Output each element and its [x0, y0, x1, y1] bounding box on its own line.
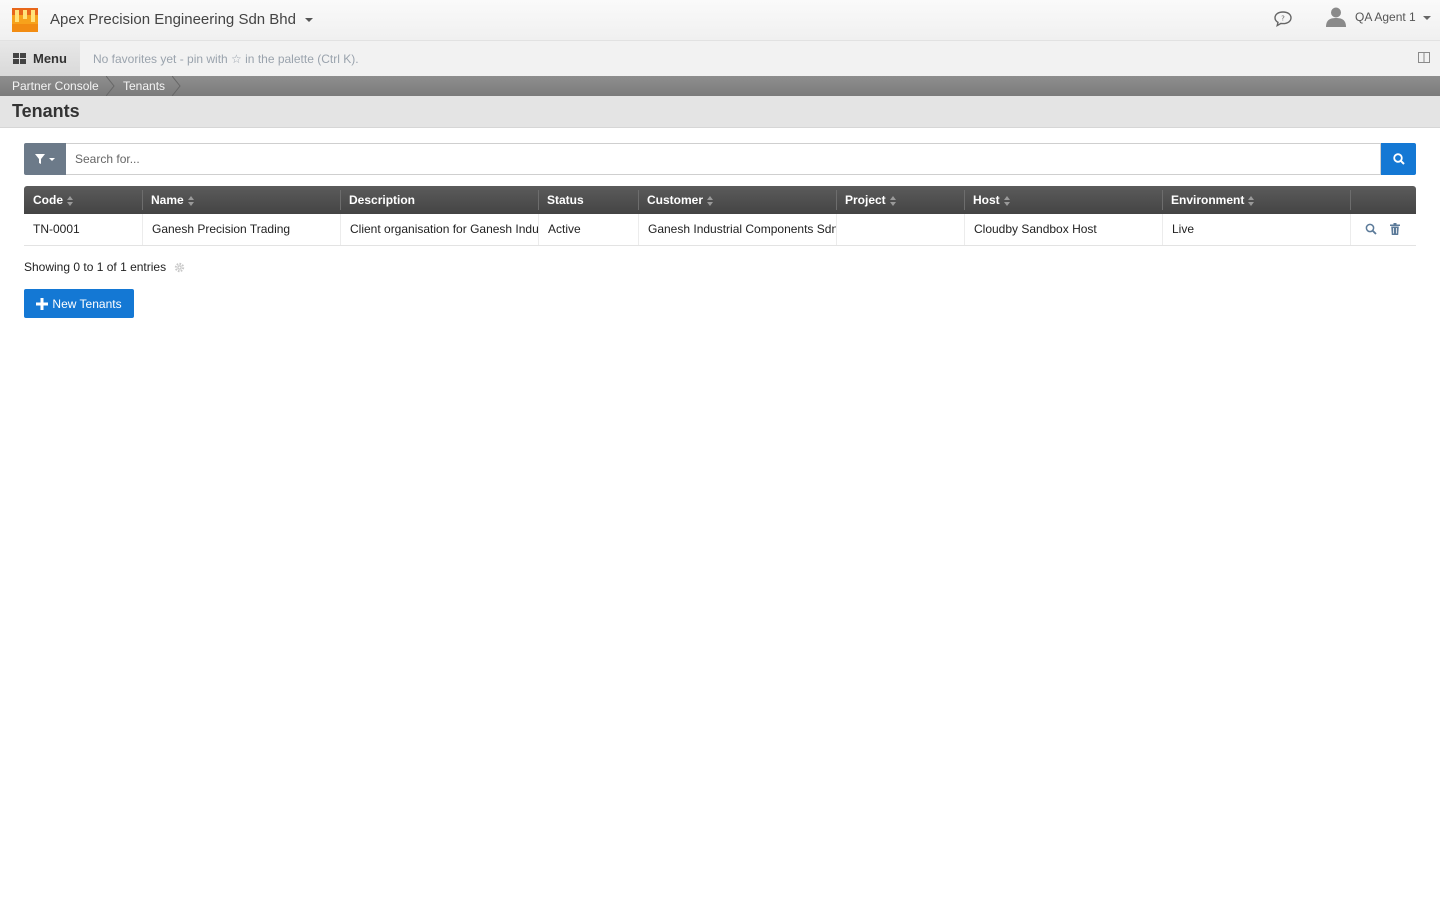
table-row[interactable]: TN-0001 Ganesh Precision Trading Client … [24, 214, 1416, 246]
breadcrumb: Partner Console Tenants [0, 76, 1440, 96]
sort-icon [889, 195, 896, 206]
page-title: Tenants [12, 101, 80, 121]
sort-icon [67, 195, 73, 206]
cell-status: Active [538, 214, 638, 245]
column-label: Status [547, 193, 584, 207]
cell-name: Ganesh Precision Trading [142, 214, 340, 245]
sort-icon [1248, 195, 1255, 206]
trash-icon[interactable] [1390, 223, 1400, 235]
cell-environment: Live [1162, 214, 1350, 245]
svg-text:?: ? [1281, 15, 1285, 23]
showing-text: Showing 0 to 1 of 1 entries [24, 260, 167, 274]
column-header-environment[interactable]: Environment [1162, 186, 1350, 214]
table-info: Showing 0 to 1 of 1 entries [24, 260, 185, 274]
column-label: Code [33, 193, 63, 207]
breadcrumb-separator-icon [106, 76, 115, 96]
column-label: Project [845, 193, 886, 207]
table-header: Code Name Description Status Customer Pr… [24, 186, 1416, 214]
menu-label: Menu [33, 51, 67, 66]
cell-actions [1350, 214, 1416, 245]
column-header-project[interactable]: Project [836, 186, 964, 214]
column-header-name[interactable]: Name [142, 186, 340, 214]
user-avatar-icon [1326, 7, 1346, 27]
sort-icon [707, 195, 714, 206]
search-icon [1392, 153, 1405, 165]
chat-bubble-icon[interactable]: ? [1273, 10, 1293, 28]
column-header-description[interactable]: Description [340, 186, 538, 214]
cell-description: Client organisation for Ganesh Industria… [340, 214, 538, 245]
column-header-host[interactable]: Host [964, 186, 1162, 214]
cell-code: TN-0001 [33, 222, 80, 236]
column-label: Description [349, 193, 416, 207]
app-logo-icon[interactable] [12, 8, 38, 32]
side-panel-toggle-icon[interactable] [1418, 52, 1430, 63]
cell-host: Cloudby Sandbox Host [964, 214, 1162, 245]
chevron-down-icon [49, 158, 55, 161]
breadcrumb-separator-icon [172, 76, 181, 96]
company-switcher[interactable]: Apex Precision Engineering Sdn Bhd [50, 11, 313, 28]
grid-menu-icon [13, 53, 26, 64]
gear-icon[interactable] [174, 262, 185, 273]
new-tenants-button[interactable]: New Tenants [24, 289, 134, 318]
breadcrumb-partner-console[interactable]: Partner Console [12, 76, 99, 96]
chevron-down-icon [1422, 15, 1431, 20]
column-label: Customer [647, 193, 704, 207]
tenants-table: Code Name Description Status Customer Pr… [24, 186, 1416, 246]
column-header-customer[interactable]: Customer [638, 186, 836, 214]
column-label: Name [151, 193, 184, 207]
cell-customer: Ganesh Industrial Components Sdn Bhd [638, 214, 836, 245]
favorites-hint: No favorites yet - pin with ☆ in the pal… [93, 52, 359, 66]
magnifier-icon[interactable] [1365, 223, 1377, 235]
column-label: Host [973, 193, 1000, 207]
search-input[interactable] [66, 143, 1381, 175]
filter-icon [35, 154, 45, 164]
title-band: Tenants [0, 96, 1440, 128]
cell-project [836, 214, 964, 245]
column-header-status[interactable]: Status [538, 186, 638, 214]
new-tenants-label: New Tenants [52, 296, 122, 311]
chevron-down-icon [305, 18, 313, 22]
column-header-code[interactable]: Code [24, 186, 142, 214]
sort-icon [1003, 195, 1010, 206]
sort-icon [187, 195, 194, 206]
menu-bar: Menu No favorites yet - pin with ☆ in th… [0, 41, 1440, 77]
user-name: QA Agent 1 [1355, 10, 1416, 24]
column-label: Environment [1171, 193, 1245, 207]
breadcrumb-tenants[interactable]: Tenants [123, 76, 165, 96]
column-divider [1350, 190, 1351, 210]
menu-button[interactable]: Menu [0, 41, 80, 76]
plus-icon [36, 297, 49, 310]
company-name: Apex Precision Engineering Sdn Bhd [50, 11, 296, 28]
search-button[interactable] [1381, 143, 1416, 175]
filter-button[interactable] [24, 143, 66, 175]
top-header: Apex Precision Engineering Sdn Bhd ? QA … [0, 0, 1440, 41]
user-menu[interactable]: QA Agent 1 [1326, 6, 1431, 28]
